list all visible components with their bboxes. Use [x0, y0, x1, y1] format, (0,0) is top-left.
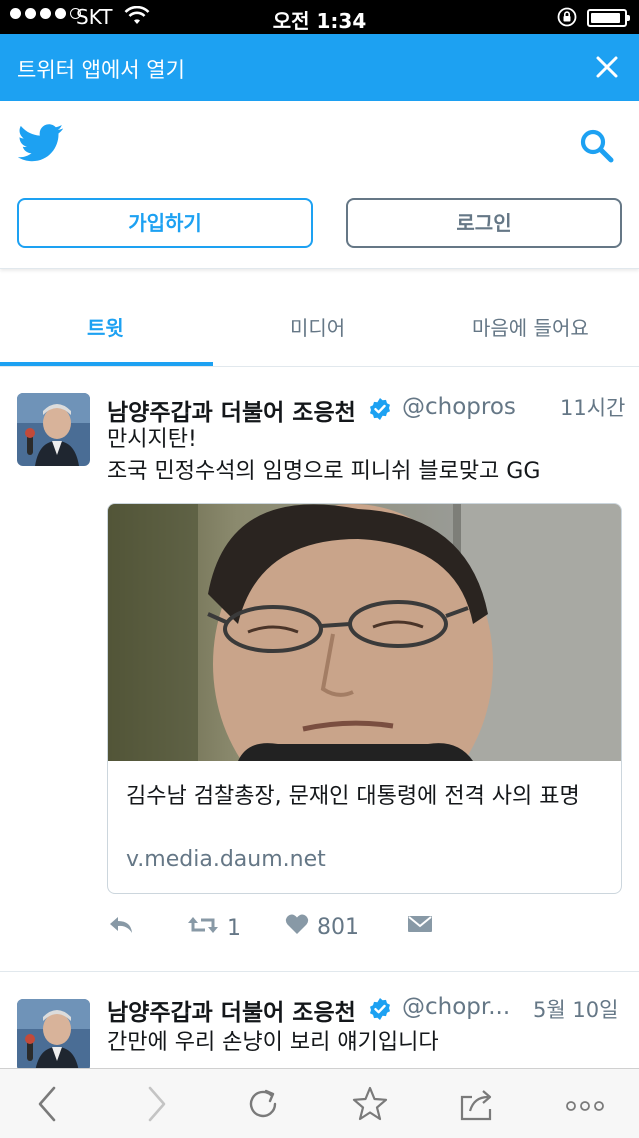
- share-button[interactable]: [458, 1085, 498, 1127]
- like-count: 801: [317, 914, 359, 940]
- tweet-author[interactable]: 남양주갑과 더불어 조응천: [107, 393, 356, 427]
- open-app-banner[interactable]: 트위터 앱에서 열기: [0, 34, 639, 101]
- card-domain[interactable]: v.media.daum.net: [126, 847, 326, 872]
- verified-badge-icon: [368, 397, 392, 421]
- direct-message-button[interactable]: [407, 913, 433, 941]
- star-icon: [352, 1086, 388, 1121]
- battery-icon: [587, 9, 630, 27]
- tweet-timestamp[interactable]: 5월 10일: [533, 994, 618, 1024]
- header: 가입하기 로그인: [0, 101, 639, 269]
- tab-likes[interactable]: 마음에 들어요: [472, 312, 589, 341]
- avatar[interactable]: [17, 393, 90, 466]
- search-icon[interactable]: [578, 127, 616, 169]
- retweet-count: 1: [227, 915, 241, 941]
- tweet-text-line: 간만에 우리 손냥이 보리 얘기입니다: [107, 1030, 439, 1055]
- tweet-actions: 1 801: [107, 913, 622, 943]
- active-tab-indicator: [0, 362, 213, 366]
- back-button[interactable]: [36, 1085, 58, 1127]
- link-card[interactable]: 김수남 검찰총장, 문재인 대통령에 전격 사의 표명 v.media.daum…: [107, 503, 622, 894]
- profile-tabs: 트윗 미디어 마음에 들어요: [0, 282, 639, 367]
- browser-toolbar: [0, 1068, 639, 1138]
- signup-button[interactable]: 가입하기: [17, 198, 313, 248]
- reload-button[interactable]: [244, 1085, 282, 1127]
- tab-tweets[interactable]: 트윗: [87, 312, 124, 341]
- card-image: [108, 504, 621, 824]
- card-title[interactable]: 김수남 검찰총장, 문재인 대통령에 전격 사의 표명: [126, 781, 606, 813]
- tab-media[interactable]: 미디어: [290, 312, 345, 341]
- reload-icon: [249, 1089, 277, 1118]
- verified-badge-icon: [368, 997, 392, 1021]
- tweet[interactable]: 남양주갑과 더불어 조응천 @chopros 11시간 만시지탄! 조국 민정수…: [0, 368, 639, 972]
- share-icon: [460, 1090, 492, 1121]
- orientation-lock-icon: [556, 6, 578, 33]
- tweet-text: 만시지탄! 조국 민정수석의 임명으로 피니쉬 블로맞고 GG: [107, 424, 540, 488]
- chevron-left-icon: [38, 1086, 56, 1122]
- reply-button[interactable]: [107, 913, 135, 943]
- avatar[interactable]: [17, 999, 90, 1072]
- tweet[interactable]: 남양주갑과 더불어 조응천 @chopr... 5월 10일 간만에 우리 손냥…: [0, 973, 639, 1073]
- tweet-handle[interactable]: @chopros: [402, 394, 516, 420]
- open-app-text[interactable]: 트위터 앱에서 열기: [17, 54, 185, 84]
- retweet-button[interactable]: 1: [187, 913, 241, 943]
- heart-icon: [285, 913, 309, 941]
- tweet-text: 간만에 우리 손냥이 보리 얘기입니다: [107, 1027, 439, 1059]
- chevron-right-icon: [148, 1086, 166, 1122]
- forward-button[interactable]: [146, 1085, 168, 1127]
- reply-icon: [107, 913, 135, 943]
- tweet-handle[interactable]: @chopr...: [402, 994, 510, 1020]
- tweet-text-line: 조국 민정수석의 임명으로 피니쉬 블로맞고 GG: [107, 459, 541, 484]
- more-button[interactable]: [566, 1097, 604, 1116]
- login-button[interactable]: 로그인: [346, 198, 622, 248]
- close-icon[interactable]: [592, 52, 622, 82]
- bookmark-button[interactable]: [351, 1085, 389, 1127]
- status-bar: SKT 오전 1:34: [0, 0, 639, 34]
- tweet-author[interactable]: 남양주갑과 더불어 조응천: [107, 993, 356, 1027]
- tweet-timestamp[interactable]: 11시간: [560, 392, 625, 422]
- like-button[interactable]: 801: [285, 913, 359, 941]
- clock: 오전 1:34: [272, 9, 367, 33]
- retweet-icon: [187, 913, 219, 943]
- twitter-bird-icon[interactable]: [17, 124, 64, 166]
- tweet-text-line: 만시지탄!: [107, 427, 197, 452]
- more-dots-icon: [566, 1101, 604, 1111]
- envelope-icon: [407, 913, 433, 941]
